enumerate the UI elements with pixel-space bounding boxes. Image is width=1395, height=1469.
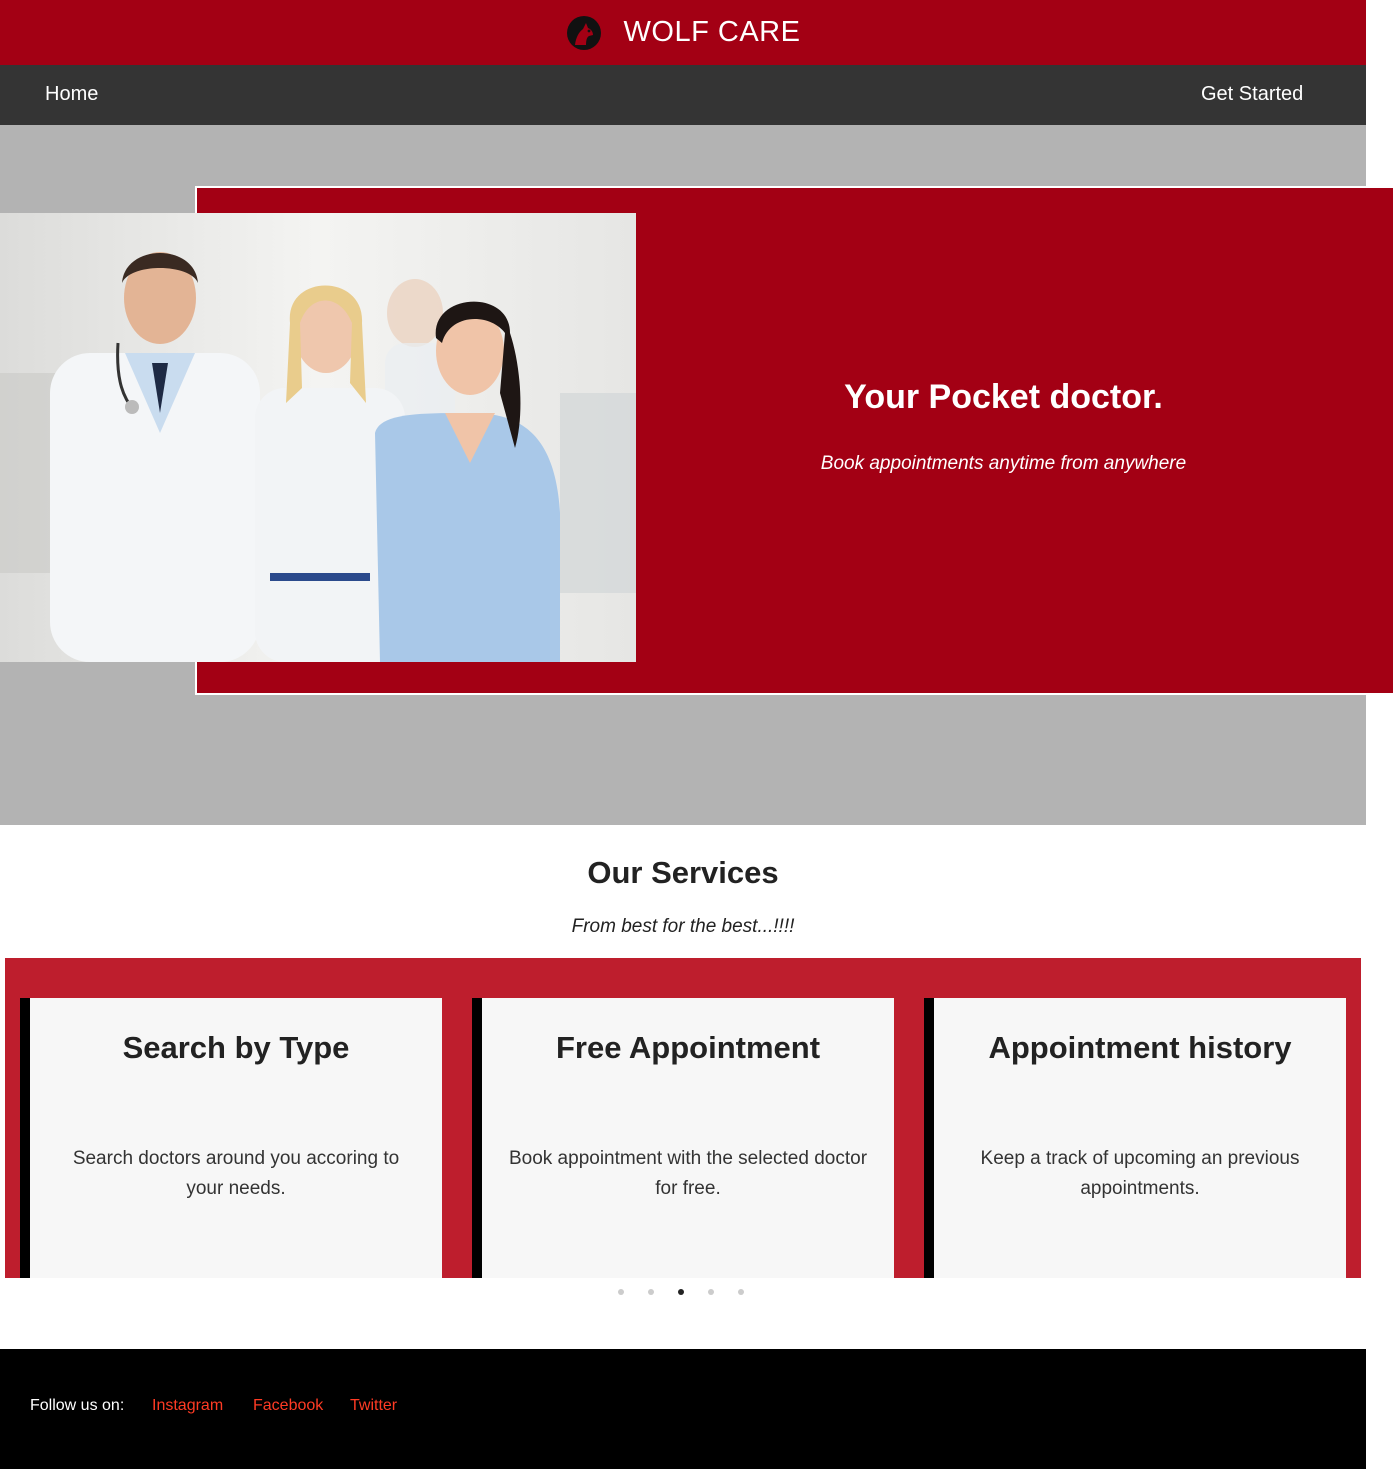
- footer: Follow us on: Instagram Facebook Twitter: [0, 1349, 1366, 1469]
- main-nav: Home Get Started: [0, 65, 1366, 125]
- brand-header: WOLF CARE: [0, 0, 1366, 65]
- services-heading: Our Services: [587, 855, 779, 890]
- service-card-appointment: Free Appointment Book appointment with t…: [472, 998, 894, 1278]
- brand-name: WOLF CARE: [623, 16, 801, 48]
- facebook-link[interactable]: Facebook: [253, 1397, 323, 1415]
- service-card-text: Search doctors around you accoring to yo…: [72, 1148, 400, 1199]
- service-card-history: Appointment history Keep a track of upco…: [924, 998, 1346, 1278]
- service-card-title: Appointment history: [988, 1030, 1292, 1065]
- service-card-title: Free Appointment: [555, 1030, 821, 1065]
- twitter-link[interactable]: Twitter: [350, 1397, 397, 1415]
- wolf-logo-icon: [566, 15, 601, 50]
- service-card-search: Search by Type Search doctors around you…: [20, 998, 442, 1278]
- carousel-dot[interactable]: [678, 1289, 684, 1295]
- carousel-dot[interactable]: [618, 1289, 624, 1295]
- services-tagline: From best for the best...!!!!: [571, 916, 795, 937]
- carousel-dot[interactable]: [708, 1289, 714, 1295]
- follow-label: Follow us on:: [30, 1397, 125, 1414]
- nav-home-link[interactable]: Home: [45, 83, 98, 106]
- medical-staff-photo: [0, 213, 636, 662]
- carousel-dot[interactable]: [738, 1289, 744, 1295]
- carousel-dot[interactable]: [648, 1289, 654, 1295]
- service-card-title: Search by Type: [122, 1030, 350, 1065]
- service-card-text: Book appointment with the selected docto…: [508, 1148, 868, 1199]
- services-carousel[interactable]: Search by Type Search doctors around you…: [5, 958, 1361, 1278]
- instagram-link[interactable]: Instagram: [152, 1397, 223, 1415]
- carousel-indicators: [618, 1289, 768, 1297]
- hero-title: Your Pocket doctor.: [844, 378, 1163, 416]
- service-card-text: Keep a track of upcoming an previous app…: [980, 1148, 1300, 1199]
- nav-get-started-link[interactable]: Get Started: [1201, 83, 1303, 106]
- hero-subtitle: Book appointments anytime from anywhere: [820, 453, 1187, 474]
